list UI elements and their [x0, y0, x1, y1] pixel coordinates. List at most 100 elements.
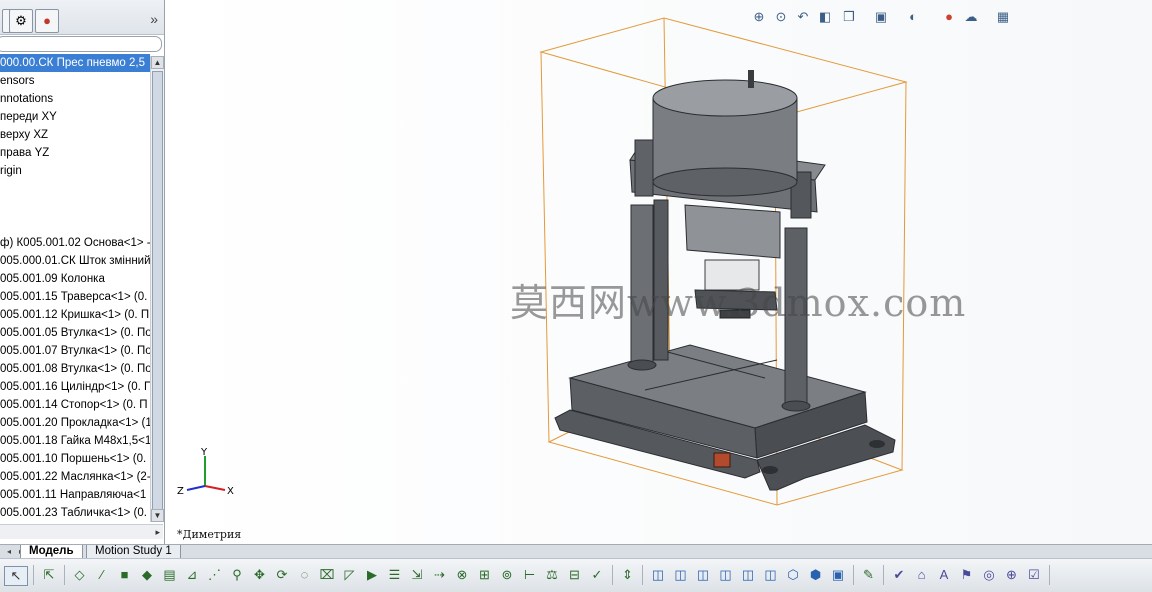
interference-detection-icon[interactable]: ⊗ [453, 566, 471, 584]
section-properties-icon[interactable]: ⊟ [566, 566, 584, 584]
isometric-view-icon[interactable]: ⬡ [784, 566, 802, 584]
exploded-view-icon[interactable]: ⇲ [408, 566, 426, 584]
press-cylinder [652, 70, 798, 197]
expand-chevron-icon[interactable]: » [150, 11, 158, 27]
triad-y-label: Y [200, 447, 208, 458]
toolbar-separator [33, 565, 34, 585]
top-view-icon[interactable]: ◫ [739, 566, 757, 584]
left-view-icon[interactable]: ◫ [694, 566, 712, 584]
new-motion-study-icon[interactable]: ▶ [363, 566, 381, 584]
scroll-down-icon[interactable]: ▼ [151, 509, 164, 522]
coordinate-triad: Y X Z [177, 447, 234, 497]
extruded-boss-icon[interactable]: ■ [116, 566, 134, 584]
view-orientation-label: *Диметрия [177, 528, 242, 541]
tree-item[interactable]: 005.001.11 Направляюча<1 [0, 486, 150, 504]
panel-tab-bar: ▤ ⚙ ● » [0, 0, 164, 35]
tree-item[interactable]: 005.001.22 Маслянка<1> (2- [0, 468, 150, 486]
toolbar-separator [63, 565, 65, 585]
triad-x-label: X [227, 486, 234, 497]
view-normal-icon[interactable]: ⇕ [619, 566, 637, 584]
select-other-icon[interactable]: ⇱ [40, 566, 58, 584]
insert-component-icon[interactable]: ▤ [161, 566, 179, 584]
design-checker-icon[interactable]: ☑ [1025, 566, 1043, 584]
tree-item[interactable]: 005.000.01.СК Шток змінний [0, 252, 150, 270]
scroll-thumb[interactable] [152, 71, 163, 511]
tree-item[interactable]: верху XZ [0, 126, 150, 144]
bottom-tab-bar: ◂ ▸ Модель Motion Study 1 [0, 544, 1152, 559]
tree-item[interactable]: 005.001.10 Поршень<1> (0. [0, 450, 150, 468]
bill-of-materials-icon[interactable]: ☰ [386, 566, 404, 584]
revolved-boss-icon[interactable]: ◆ [138, 566, 156, 584]
assembly-features-icon[interactable]: ⌧ [318, 566, 336, 584]
tree-item[interactable]: nnotations [0, 90, 150, 108]
tree-item[interactable]: 005.001.05 Втулка<1> (0. По [0, 324, 150, 342]
feature-tree: 000.00.СК Прес пневмо 2,5 ensors nnotation… [0, 54, 150, 522]
tab-motion-study[interactable]: Motion Study 1 [86, 545, 181, 559]
tree-item[interactable]: права YZ [0, 144, 150, 162]
trimetric-view-icon[interactable]: ⬢ [807, 566, 825, 584]
filter-input[interactable] [0, 36, 162, 52]
mass-properties-icon[interactable]: ⚖ [543, 566, 561, 584]
toolbar-separator [1048, 565, 1050, 585]
surface-finish-icon[interactable]: ◎ [980, 566, 998, 584]
tree-item[interactable]: 005.001.16 Циліндр<1> (0. П [0, 378, 150, 396]
configuration-manager-tab[interactable]: ⚙ [9, 9, 33, 33]
back-view-icon[interactable]: ◫ [672, 566, 690, 584]
weld-symbol-icon[interactable]: ⊕ [1003, 566, 1021, 584]
note-icon[interactable]: A [935, 566, 953, 584]
tree-item[interactable]: 005.001.15 Траверса<1> (0. [0, 288, 150, 306]
edit-component-icon[interactable]: ✎ [860, 566, 878, 584]
watermark-text: 莫西网www.3dmox.com [510, 281, 967, 325]
hole-alignment-icon[interactable]: ⊚ [498, 566, 516, 584]
smart-fasteners-icon[interactable]: ⚲ [228, 566, 246, 584]
right-view-icon[interactable]: ◫ [717, 566, 735, 584]
scroll-right-icon[interactable]: ▸ [155, 525, 160, 539]
show-hidden-icon[interactable]: ◌ [296, 566, 314, 584]
tree-item[interactable]: 005.001.18 Гайка М48х1,5<1 [0, 432, 150, 450]
triad-z-label: Z [177, 486, 184, 497]
tree-item[interactable]: 005.001.12 Кришка<1> (0. П [0, 306, 150, 324]
tree-item[interactable]: rigin [0, 162, 150, 180]
toolbar-separator [611, 565, 613, 585]
tree-item[interactable]: ф) К005.001.02 Основа<1> - [0, 234, 150, 252]
spell-check-icon[interactable]: ✔ [890, 566, 908, 584]
tree-item[interactable]: 005.001.07 Втулка<1> (0. По [0, 342, 150, 360]
move-component-icon[interactable]: ✥ [251, 566, 269, 584]
tree-item[interactable]: переди XY [0, 108, 150, 126]
select-icon[interactable]: ↖ [4, 566, 28, 586]
tree-horizontal-scrollbar[interactable]: ▸ [0, 524, 163, 539]
tree-item[interactable]: 005.001.20 Прокладка<1> (1 [0, 414, 150, 432]
dimetric-view-icon[interactable]: ▣ [829, 566, 847, 584]
toolbar-separator [642, 565, 643, 585]
balloon-icon[interactable]: ⚑ [958, 566, 976, 584]
explode-line-sketch-icon[interactable]: ⇢ [431, 566, 449, 584]
bottom-view-icon[interactable]: ◫ [762, 566, 780, 584]
toolbar-separator [852, 565, 854, 585]
tree-item[interactable]: 005.001.23 Табличка<1> (0. [0, 504, 150, 522]
tree-item[interactable]: ensors [0, 72, 150, 90]
reference-geometry-icon[interactable]: ◸ [341, 566, 359, 584]
scroll-up-icon[interactable]: ▲ [151, 56, 164, 69]
front-view-icon[interactable]: ◫ [649, 566, 667, 584]
tree-item[interactable]: 005.001.14 Стопор<1> (0. П [0, 396, 150, 414]
feature-manager-panel: ▤ ⚙ ● » 000.00.СК Прес пневмо 2,5ensorsn… [0, 0, 165, 544]
linear-pattern-icon[interactable]: ⋰ [206, 566, 224, 584]
sketch-icon[interactable]: ∕ [93, 566, 111, 584]
check-icon[interactable]: ✓ [588, 566, 606, 584]
press-base [554, 344, 896, 491]
smart-dimension-icon[interactable]: ◇ [71, 566, 89, 584]
format-painter-icon[interactable]: ⌂ [913, 566, 931, 584]
graphics-area[interactable]: ⊕ ⊙ ↶ ◧ ❒ ▣ ◐ ● ☁ ▦ Y X Z 莫西网www.3dmox.c… [165, 0, 1152, 544]
rotate-component-icon[interactable]: ⟳ [273, 566, 291, 584]
command-toolbar: ↖ ⇱ ◇ ∕ ■ ◆ ▤ ⊿ ⋰ ⚲ ✥ ⟳ ◌ ⌧ ◸ ▶ ☰ ⇲ ⇢ ⊗ ⊞ ⊚ ⊢ ⚖ ⊟ ✓ ⇕ ◫ ◫ ◫ ◫ ◫ ◫ ⬡ ⬢ ▣ ✎ ✔ ⌂ A… [0, 558, 1152, 592]
mate-icon[interactable]: ⊿ [183, 566, 201, 584]
measure-icon[interactable]: ⊢ [521, 566, 539, 584]
tree-item[interactable]: 005.001.09 Колонка [0, 270, 150, 288]
tree-item[interactable]: 000.00.СК Прес пневмо 2,5 [0, 54, 150, 72]
clearance-verification-icon[interactable]: ⊞ [476, 566, 494, 584]
tree-item[interactable]: 005.001.08 Втулка<1> (0. По [0, 360, 150, 378]
display-manager-tab[interactable]: ● [35, 9, 59, 33]
tab-model[interactable]: Модель [20, 545, 83, 559]
tree-vertical-scrollbar[interactable]: ▲ ▼ [150, 56, 164, 522]
